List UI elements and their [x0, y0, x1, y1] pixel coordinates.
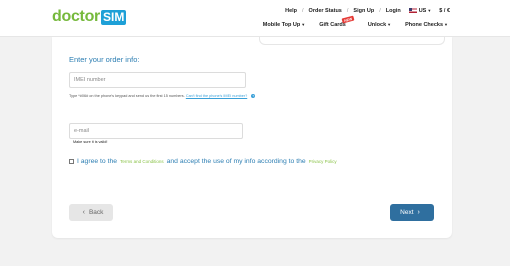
sign-up-link[interactable]: Sign Up: [353, 8, 374, 14]
chevron-down-icon: ▼: [427, 8, 432, 13]
terms-checkbox[interactable]: [69, 159, 74, 164]
chevron-down-icon: ▼: [444, 22, 448, 27]
nav-gift-cards[interactable]: Gift Cards NEW: [319, 15, 355, 28]
back-button[interactable]: ‹ Back: [69, 204, 113, 221]
nav-separator: /: [302, 8, 304, 14]
site-header: doctor SIM Help / Order Status / Sign Up …: [0, 0, 510, 37]
section-title: Enter your order info:: [69, 55, 140, 64]
next-button[interactable]: Next ›: [390, 204, 434, 221]
nav-separator: /: [346, 8, 349, 14]
nav-mobile-top-up[interactable]: Mobile Top Up▼: [263, 22, 305, 28]
terms-text-prefix: I agree to the: [77, 158, 118, 165]
question-icon[interactable]: ?: [251, 94, 256, 98]
nav-label: Phone Checks: [405, 22, 444, 28]
chevron-down-icon: ▼: [387, 22, 392, 27]
nav-label: Mobile Top Up: [262, 22, 301, 28]
nav-label: Unlock: [367, 22, 387, 28]
nav-separator: /: [379, 8, 381, 14]
back-label: Back: [88, 209, 104, 216]
order-form-card: Enter your order info: IMEI number Type …: [52, 37, 452, 238]
help-link[interactable]: Help: [285, 8, 297, 14]
chevron-left-icon: ‹: [82, 209, 85, 216]
imei-hint-text: Type *#06# on the phone's keypad and sen…: [69, 94, 185, 98]
doctorsim-logo[interactable]: doctor SIM: [52, 8, 127, 26]
top-nav: Help / Order Status / Sign Up / Login US…: [285, 6, 450, 16]
currency-selector[interactable]: $ / €: [439, 8, 450, 14]
privacy-link[interactable]: Privacy Policy: [309, 159, 337, 164]
imei-input[interactable]: IMEI number: [69, 72, 246, 88]
nav-phone-checks[interactable]: Phone Checks▼: [405, 22, 448, 28]
new-badge: NEW: [341, 15, 355, 24]
language-selector[interactable]: US▼: [408, 8, 432, 14]
email-input[interactable]: e-mail: [69, 123, 243, 139]
language-label: US: [418, 8, 427, 14]
logo-text: doctor: [52, 8, 100, 25]
nav-unlock[interactable]: Unlock▼: [368, 22, 391, 28]
previous-section-box: [259, 37, 445, 45]
login-link[interactable]: Login: [386, 8, 401, 14]
terms-row: I agree to the Terms and Conditions and …: [69, 158, 340, 165]
chevron-down-icon: ▼: [301, 22, 306, 27]
order-status-link[interactable]: Order Status: [309, 8, 342, 14]
us-flag-icon: [408, 8, 417, 14]
chevron-right-icon: ›: [417, 209, 420, 216]
main-nav: Mobile Top Up▼ Gift Cards NEW Unlock▼ Pho…: [249, 15, 448, 30]
imei-help-link[interactable]: Can't find the phone's IMEI number?: [186, 94, 247, 98]
next-label: Next: [400, 209, 414, 216]
terms-text-middle: and accept the use of my info according …: [166, 158, 306, 165]
logo-sim-box: SIM: [100, 9, 127, 25]
terms-link[interactable]: Terms and Conditions: [120, 159, 164, 164]
imei-hint: Type *#06# on the phone's keypad and sen…: [69, 94, 256, 98]
email-valid-hint: Make sure it is valid!: [73, 140, 108, 144]
